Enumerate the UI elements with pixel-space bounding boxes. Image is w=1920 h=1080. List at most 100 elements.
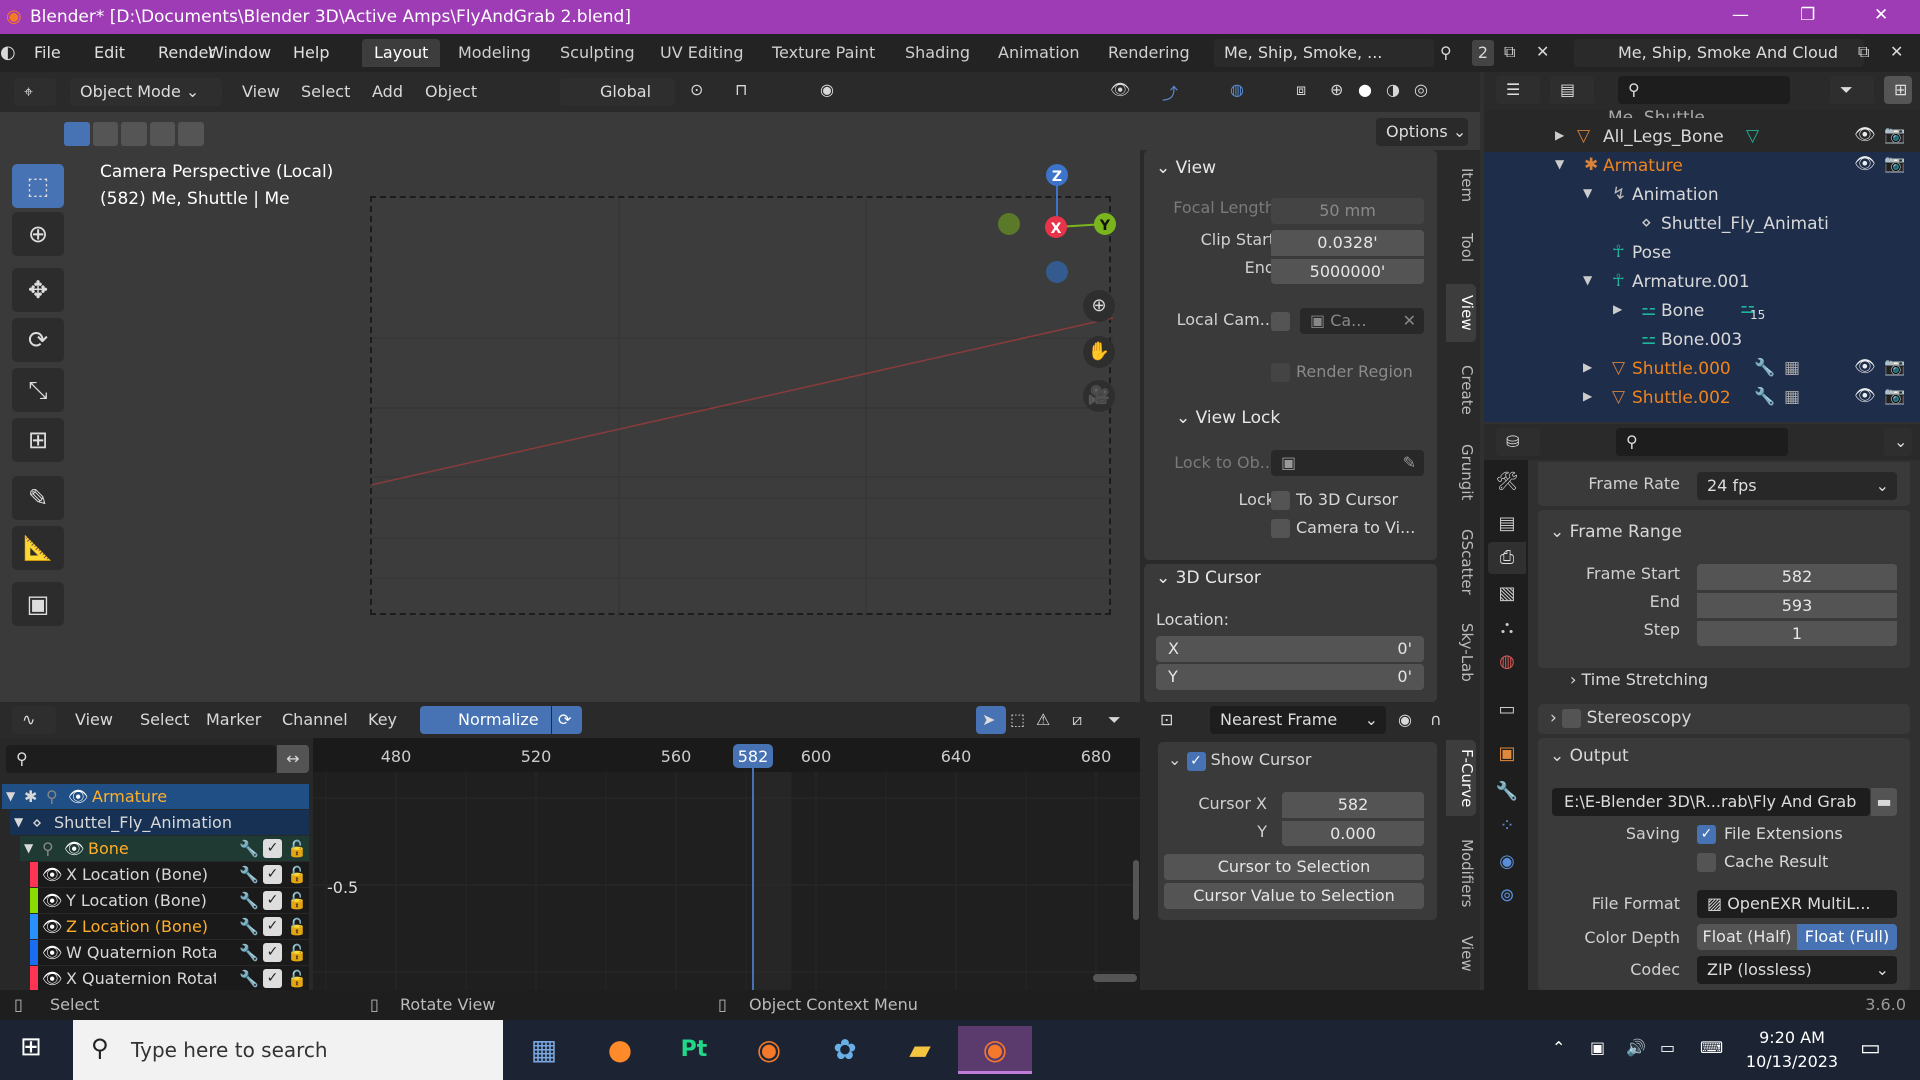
visibility-eye-icon[interactable]: 👁	[1854, 154, 1876, 174]
navigation-gizmo[interactable]: Z Y X	[990, 157, 1130, 287]
visibility-icon[interactable]: 👁	[1110, 80, 1130, 99]
collapsed-arrow-icon[interactable]: ▶	[1555, 128, 1564, 142]
menu-render[interactable]: Render	[158, 43, 215, 62]
tray-overflow-icon[interactable]: ⌃	[1552, 1038, 1565, 1057]
sidebar-tab-sky-lab[interactable]: Sky-Lab	[1446, 616, 1476, 688]
rendered-shading-icon[interactable]: ◎	[1414, 80, 1428, 99]
workspace-tab-modeling[interactable]: Modeling	[446, 39, 543, 67]
viewport-menu-view[interactable]: View	[242, 82, 280, 101]
camera-to-view-checkbox[interactable]	[1271, 519, 1290, 538]
lock-to-object-field[interactable]: ▣ ✎	[1271, 450, 1424, 476]
render-camera-icon[interactable]: 📷	[1884, 125, 1905, 145]
modifier-wrench-icon[interactable]: 🔧	[239, 888, 259, 913]
channel-mute-checkbox[interactable]: ✓	[263, 839, 282, 858]
clock-time[interactable]: 9:20 AM	[1752, 1028, 1832, 1047]
constraints-properties-tab-icon[interactable]: ⊚	[1488, 880, 1526, 912]
world-properties-tab-icon[interactable]: ◍	[1488, 646, 1526, 678]
menu-file[interactable]: File	[34, 43, 61, 62]
frame-start-field[interactable]: 582	[1697, 564, 1897, 590]
graph-area[interactable]: 480 520 560 600 640 680 582 -0.5	[313, 738, 1140, 990]
windows-start-icon[interactable]: ⊞	[20, 1032, 42, 1062]
render-region-checkbox[interactable]	[1271, 363, 1290, 382]
channel-visibility-eye-icon[interactable]: 👁	[42, 862, 62, 887]
channel-visibility-eye-icon[interactable]: 👁	[68, 784, 88, 809]
cursor-panel-header[interactable]: ⌄ 3D Cursor	[1156, 568, 1261, 588]
material-shading-icon[interactable]: ◑	[1386, 80, 1400, 99]
properties-search-input[interactable]: ⚲	[1616, 428, 1788, 456]
graph-editor-type-icon[interactable]: ∿	[12, 706, 56, 734]
new-view-layer-icon[interactable]: ⧉	[1858, 42, 1869, 62]
channel-visibility-eye-icon[interactable]: 👁	[42, 888, 62, 913]
box-select-icon[interactable]: ⬚	[1010, 710, 1025, 729]
graph-menu-marker[interactable]: Marker	[206, 710, 261, 729]
focal-length-field[interactable]: 50 mm	[1271, 198, 1424, 224]
falloff-icon[interactable]: ∩	[1430, 710, 1442, 729]
outliner-row[interactable]: ▶ ▽ Shuttle.002 🔧 ▦ 👁 📷	[1484, 385, 1920, 414]
volume-icon[interactable]: 🔊	[1626, 1038, 1646, 1057]
channel-lock-icon[interactable]: 🔓	[287, 914, 307, 939]
camera-view-icon[interactable]: 🎥	[1083, 380, 1115, 412]
modifier-wrench-icon[interactable]: 🔧	[239, 940, 259, 965]
channel-visibility-eye-icon[interactable]: 👁	[42, 940, 62, 965]
channel-visibility-eye-icon[interactable]: 👁	[42, 966, 62, 991]
channel-lock-icon[interactable]: 🔓	[287, 966, 307, 991]
sidebar-tab-tool[interactable]: Tool	[1446, 220, 1476, 276]
cursor-to-selection-button[interactable]: Cursor to Selection	[1164, 854, 1424, 880]
channel-mute-checkbox[interactable]: ✓	[263, 943, 282, 962]
channel-mute-checkbox[interactable]: ✓	[263, 969, 282, 988]
channel-row[interactable]: 👁 X Location (Bone) 🔧 ✓ 🔓	[30, 862, 309, 887]
tray-device-icon[interactable]: ▣	[1590, 1038, 1605, 1057]
output-header[interactable]: ⌄ Output	[1550, 746, 1629, 766]
channel-mute-checkbox[interactable]: ✓	[263, 917, 282, 936]
pin-icon[interactable]: ⚲	[46, 784, 58, 809]
channel-row[interactable]: ▼ ✱ ⚲ 👁 Armature	[2, 784, 309, 809]
graph-menu-select[interactable]: Select	[140, 710, 189, 729]
scene-selector[interactable]: Me, Ship, Smoke, ...	[1214, 39, 1434, 67]
expand-arrow-icon[interactable]: ▼	[24, 836, 33, 861]
vertical-scrollbar[interactable]	[1133, 860, 1139, 920]
close-button[interactable]: ✕	[1874, 5, 1888, 25]
wireframe-shading-icon[interactable]: ⊕	[1330, 80, 1343, 99]
graph-sidebar-tab-modifiers[interactable]: Modifiers	[1446, 830, 1476, 916]
graph-filter-icon[interactable]: ⏷	[1108, 710, 1121, 730]
workspace-tab-animation[interactable]: Animation	[986, 39, 1092, 67]
swap-icon[interactable]: ↔	[277, 745, 309, 773]
select-intersect-icon[interactable]	[178, 122, 204, 146]
new-scene-icon[interactable]: ⧉	[1504, 42, 1515, 62]
add-cube-tool-icon[interactable]: ▣	[12, 582, 64, 626]
sidebar-tab-view[interactable]: View	[1446, 284, 1476, 342]
graph-menu-view[interactable]: View	[75, 710, 113, 729]
collapsed-arrow-icon[interactable]: ▶	[1583, 360, 1592, 374]
channel-search-input[interactable]: ⚲	[6, 745, 276, 773]
cursor-x-frame-field[interactable]: 582	[1282, 792, 1424, 818]
frame-step-field[interactable]: 1	[1697, 620, 1897, 646]
scale-tool-icon[interactable]: ⤡	[12, 368, 64, 412]
output-path-field[interactable]: E:\E-Blender 3D\R...rab\Fly And Grab	[1552, 788, 1870, 816]
show-cursor-checkbox[interactable]: ✓	[1186, 752, 1206, 771]
cache-result-checkbox[interactable]	[1697, 853, 1716, 872]
rotate-tool-icon[interactable]: ⟳	[12, 318, 64, 362]
notifications-icon[interactable]: ▭	[1860, 1036, 1881, 1061]
render-camera-icon[interactable]: 📷	[1884, 386, 1905, 406]
clear-icon[interactable]: ✕	[1403, 308, 1416, 334]
depth-full-button[interactable]: Float (Full)	[1797, 924, 1897, 950]
sidebar-tab-grungit[interactable]: Grungit	[1446, 434, 1476, 510]
orientation-dropdown[interactable]: Global	[560, 78, 675, 106]
expand-arrow-icon[interactable]: ▼	[6, 784, 15, 809]
particles-properties-tab-icon[interactable]: ⁘	[1488, 810, 1526, 842]
viewport-menu-select[interactable]: Select	[301, 82, 350, 101]
clip-end-field[interactable]: 5000000'	[1271, 258, 1424, 284]
blender-active-taskbar-icon[interactable]: ◉	[958, 1026, 1032, 1074]
graph-menu-channel[interactable]: Channel	[282, 710, 348, 729]
select-new-icon[interactable]	[64, 122, 90, 146]
sidebar-tab-create[interactable]: Create	[1446, 350, 1476, 430]
editor-type-icon[interactable]: ⌖	[14, 78, 56, 106]
viewport-menu-add[interactable]: Add	[372, 82, 403, 101]
properties-options-icon[interactable]: ⌄	[1884, 428, 1912, 456]
annotate-tool-icon[interactable]: ✎	[12, 476, 64, 520]
eyedropper-icon[interactable]: ✎	[1403, 450, 1416, 476]
channel-row[interactable]: 👁 X Quaternion Rotat 🔧 ✓ 🔓	[30, 966, 309, 991]
graph-sidebar-tab-view[interactable]: View	[1446, 930, 1476, 976]
scene-users-count[interactable]: 2	[1472, 40, 1494, 66]
pycharm-icon[interactable]: Pt	[664, 1026, 724, 1074]
